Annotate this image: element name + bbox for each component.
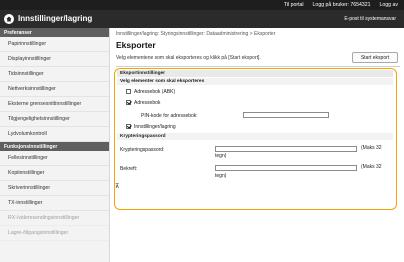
sidebar-item-network[interactable]: Nettverksinnstillinger [0, 82, 109, 97]
pin-input[interactable] [243, 112, 329, 118]
encryption-password-label: Krypteringspassord: [120, 147, 165, 153]
app-title: Innstillinger/lagring [18, 14, 93, 23]
instruction-text: Velg elementene som skal eksporteres og … [116, 55, 261, 61]
page-title: Eksporter [116, 40, 156, 50]
sidebar-item-store-access[interactable]: Lagre-/tilgangsinnstillinger [0, 226, 109, 241]
checkbox-address-book[interactable] [126, 100, 131, 105]
breadcrumb: Innstillinger/lagring: Styringsinnstilli… [116, 31, 276, 37]
checkbox-settings-registration[interactable] [126, 124, 131, 129]
confirm-label: Bekreft: [120, 166, 138, 172]
max-note-password: (Maks 32 [361, 145, 382, 151]
sidebar-section-preferences: Preferanser [0, 28, 109, 37]
app-header: Innstillinger/lagring E-post til systema… [0, 10, 404, 28]
top-bar: Til portal Logg på bruker: 7654321 Logg … [0, 0, 404, 10]
address-book-abk-label: Adressebok (ABK) [134, 89, 176, 95]
logon-user-label: Logg på bruker: 7654321 [312, 2, 371, 8]
max-note-confirm-cont: tegn) [215, 173, 227, 179]
logout-link[interactable]: Logg av [380, 2, 398, 8]
sidebar-item-tx[interactable]: TX-innstillinger [0, 196, 109, 211]
pin-label: PIN-kode for adressebok: [141, 113, 198, 119]
sidebar-item-paper[interactable]: Papirinnstillinger [0, 37, 109, 52]
sidebar: Preferanser Papirinnstillinger Displayin… [0, 28, 110, 262]
main-content: Innstillinger/lagring: Styringsinnstilli… [112, 28, 404, 262]
encryption-password-input[interactable] [215, 146, 357, 152]
export-settings-header: Eksportinnstillinger [117, 70, 393, 77]
address-book-label: Adressebok [134, 100, 161, 106]
sidebar-item-rx-forwarding[interactable]: RX-/videresendingsinnstillinger [0, 211, 109, 226]
max-note-password-cont: tegn) [215, 153, 227, 159]
sidebar-item-display[interactable]: Displayinnstillinger [0, 52, 109, 67]
select-elements-header: Velg elementer som skal eksporteres [117, 78, 393, 85]
sidebar-section-functions: Funksjonsinnstillinger [0, 142, 109, 151]
settings-registration-label: Innstillinger/lagring [134, 124, 176, 130]
export-settings-panel: Eksportinnstillinger Velg elementer som … [114, 68, 397, 210]
sidebar-item-printer[interactable]: Skriverinnstillinger [0, 181, 109, 196]
sidebar-item-external-interface[interactable]: Eksterne grensesnittinnstillinger [0, 97, 109, 112]
scroll-top-icon[interactable]: ⊼ [115, 183, 119, 190]
email-admin-link[interactable]: E-post til systemansvar [344, 16, 396, 22]
portal-link[interactable]: Til portal [284, 2, 304, 8]
sidebar-item-copy[interactable]: Kopiinnstillinger [0, 166, 109, 181]
max-note-confirm: (Maks 32 [361, 164, 382, 170]
confirm-password-input[interactable] [215, 165, 357, 171]
start-export-button[interactable]: Start eksport [352, 52, 398, 63]
encryption-header: Krypteringspassord [117, 133, 393, 140]
sidebar-item-common[interactable]: Fellesinnstillinger [0, 151, 109, 166]
sidebar-item-accessibility[interactable]: Tilgjengelighetsinnstillinger [0, 112, 109, 127]
sidebar-item-volume[interactable]: Lydvolumkontroll [0, 127, 109, 142]
sidebar-item-timer[interactable]: Tidsinnstillinger [0, 67, 109, 82]
home-icon[interactable] [4, 14, 14, 24]
divider [116, 66, 400, 67]
checkbox-address-book-abk[interactable] [126, 89, 131, 94]
